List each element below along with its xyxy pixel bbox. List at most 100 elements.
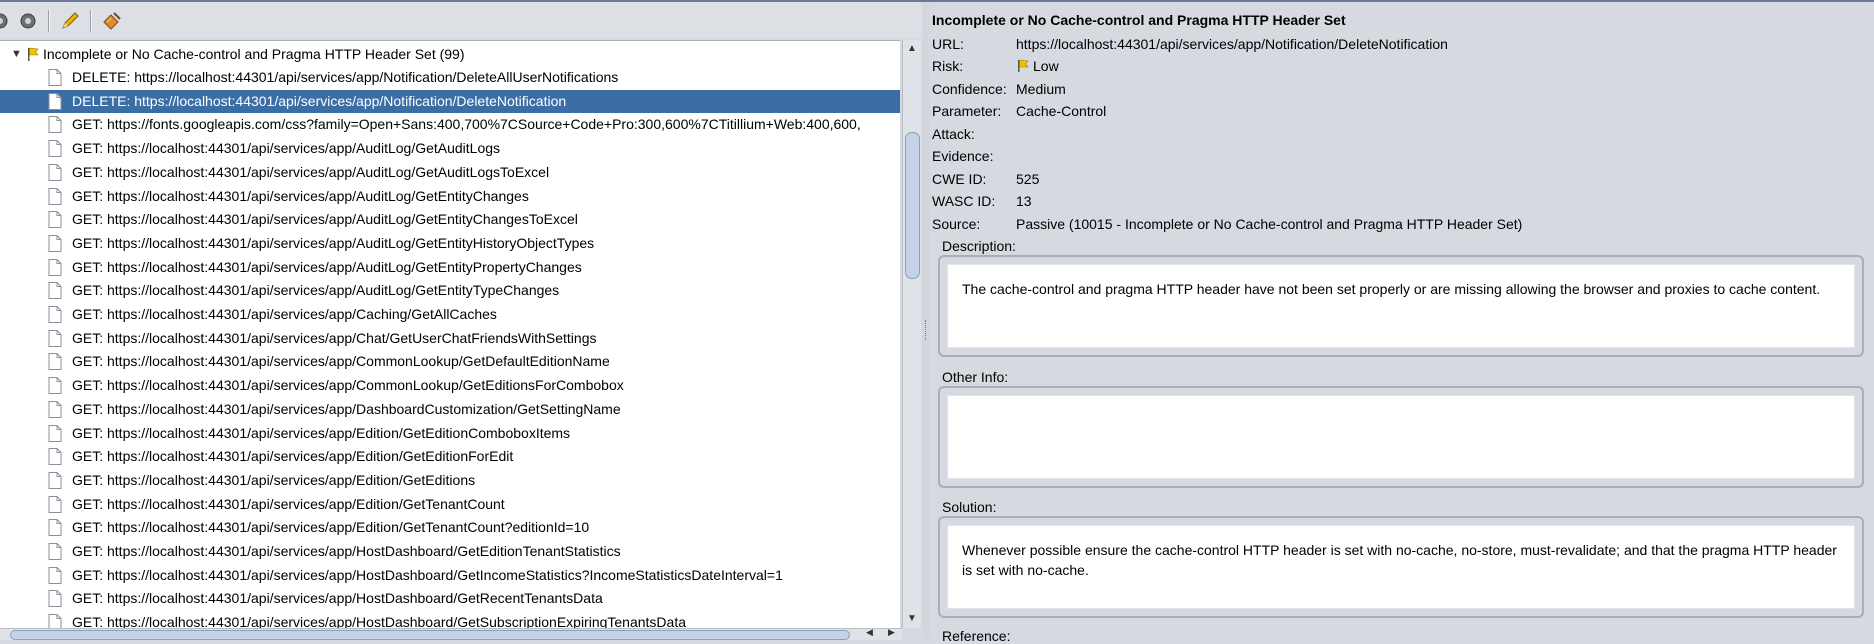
tree-item[interactable]: GET: https://localhost:44301/api/service…	[0, 256, 900, 279]
tree-item-label: GET: https://localhost:44301/api/service…	[72, 425, 571, 441]
gear-icon[interactable]	[16, 9, 40, 33]
description-text[interactable]: The cache-control and pragma HTTP header…	[947, 264, 1855, 348]
document-icon	[48, 69, 62, 86]
tree-item[interactable]: GET: https://localhost:44301/api/service…	[0, 587, 900, 610]
document-icon	[48, 614, 62, 629]
tree-item[interactable]: GET: https://localhost:44301/api/service…	[0, 469, 900, 492]
tree-item[interactable]: GET: https://localhost:44301/api/service…	[0, 161, 900, 184]
risk-value: Low	[1033, 58, 1059, 74]
gear-icon[interactable]	[0, 9, 12, 33]
pencil-icon[interactable]	[58, 9, 82, 33]
alerts-tree-panel: ▼ Incomplete or No Cache-control and Pra…	[0, 2, 922, 640]
document-icon	[48, 188, 62, 205]
tree-vertical-scrollbar[interactable]: ▲ ▼	[902, 40, 921, 628]
alerts-tree[interactable]: ▼ Incomplete or No Cache-control and Pra…	[0, 40, 900, 629]
alert-title: Incomplete or No Cache-control and Pragm…	[932, 12, 1346, 28]
splitter-grip[interactable]	[925, 320, 928, 340]
broom-icon[interactable]	[100, 9, 124, 33]
field-parameter: Parameter: Cache-Control	[932, 103, 1107, 119]
tree-item-label: GET: https://localhost:44301/api/service…	[72, 353, 610, 369]
tree-item[interactable]: GET: https://localhost:44301/api/service…	[0, 350, 900, 373]
tree-item[interactable]: DELETE: https://localhost:44301/api/serv…	[0, 90, 900, 113]
tree-item[interactable]: GET: https://fonts.googleapis.com/css?fa…	[0, 113, 900, 136]
document-icon	[48, 377, 62, 394]
tree-item-label: GET: https://localhost:44301/api/service…	[72, 211, 578, 227]
field-confidence: Confidence: Medium	[932, 81, 1066, 97]
document-icon	[48, 590, 62, 607]
tree-item-label: GET: https://localhost:44301/api/service…	[72, 282, 560, 298]
source-value: Passive (10015 - Incomplete or No Cache-…	[1016, 216, 1523, 232]
tree-item[interactable]: GET: https://localhost:44301/api/service…	[0, 445, 900, 468]
tree-item-label: GET: https://localhost:44301/api/service…	[72, 401, 621, 417]
flag-icon	[1018, 59, 1029, 72]
document-icon	[48, 472, 62, 489]
document-icon	[48, 282, 62, 299]
tree-item[interactable]: GET: https://localhost:44301/api/service…	[0, 374, 900, 397]
parameter-value: Cache-Control	[1016, 103, 1107, 119]
document-icon	[48, 543, 62, 560]
tree-item[interactable]: DELETE: https://localhost:44301/api/serv…	[0, 66, 900, 89]
url-value[interactable]: https://localhost:44301/api/services/app…	[1016, 34, 1448, 54]
tree-item-label: DELETE: https://localhost:44301/api/serv…	[72, 69, 619, 85]
document-icon	[48, 164, 62, 181]
document-icon	[48, 567, 62, 584]
tree-item[interactable]: GET: https://localhost:44301/api/service…	[0, 327, 900, 350]
document-icon	[48, 306, 62, 323]
cwe-id-value[interactable]: 525	[1016, 169, 1039, 189]
other-info-text[interactable]	[947, 395, 1855, 479]
scroll-down-arrow-icon[interactable]: ▼	[903, 610, 921, 628]
document-icon	[48, 519, 62, 536]
description-box: The cache-control and pragma HTTP header…	[938, 255, 1864, 357]
wasc-id-value[interactable]: 13	[1016, 191, 1032, 211]
tree-item[interactable]: GET: https://localhost:44301/api/service…	[0, 611, 900, 629]
reference-label: Reference:	[942, 628, 1011, 644]
tree-item[interactable]: GET: https://localhost:44301/api/service…	[0, 279, 900, 302]
field-risk: Risk: Low	[932, 58, 1059, 74]
toolbar-separator	[48, 10, 50, 32]
tree-root-alert-group[interactable]: ▼ Incomplete or No Cache-control and Pra…	[0, 43, 900, 66]
tree-item[interactable]: GET: https://localhost:44301/api/service…	[0, 516, 900, 539]
field-wasc-id: WASC ID: 13	[932, 191, 1032, 211]
document-icon	[48, 235, 62, 252]
tree-item[interactable]: GET: https://localhost:44301/api/service…	[0, 398, 900, 421]
tree-item-label: GET: https://localhost:44301/api/service…	[72, 567, 783, 583]
tree-root-label: Incomplete or No Cache-control and Pragm…	[43, 46, 465, 62]
document-icon	[48, 140, 62, 157]
tree-item-label: GET: https://localhost:44301/api/service…	[72, 472, 476, 488]
tree-item[interactable]: GET: https://localhost:44301/api/service…	[0, 540, 900, 563]
document-icon	[48, 496, 62, 513]
tree-item-label: GET: https://localhost:44301/api/service…	[72, 164, 550, 180]
field-source: Source: Passive (10015 - Incomplete or No…	[932, 216, 1523, 232]
scrollbar-thumb[interactable]	[905, 132, 920, 279]
tree-horizontal-scrollbar[interactable]: ◀ ▶	[0, 627, 902, 640]
tree-item[interactable]: GET: https://localhost:44301/api/service…	[0, 137, 900, 160]
tree-item-label: GET: https://localhost:44301/api/service…	[72, 140, 501, 156]
tree-item[interactable]: GET: https://localhost:44301/api/service…	[0, 564, 900, 587]
tree-item-label: GET: https://localhost:44301/api/service…	[72, 377, 624, 393]
scroll-right-arrow-icon[interactable]: ▶	[888, 627, 895, 638]
tree-item[interactable]: GET: https://localhost:44301/api/service…	[0, 185, 900, 208]
panel-splitter[interactable]	[922, 2, 930, 639]
tree-item[interactable]: GET: https://localhost:44301/api/service…	[0, 303, 900, 326]
tree-item-label: GET: https://localhost:44301/api/service…	[72, 496, 505, 512]
document-icon	[48, 448, 62, 465]
tree-item-label: DELETE: https://localhost:44301/api/serv…	[72, 93, 567, 109]
tree-item[interactable]: GET: https://localhost:44301/api/service…	[0, 208, 900, 231]
tree-item[interactable]: GET: https://localhost:44301/api/service…	[0, 232, 900, 255]
expand-arrow-icon[interactable]: ▼	[11, 43, 22, 66]
document-icon	[48, 93, 62, 110]
field-cwe-id: CWE ID: 525	[932, 169, 1040, 189]
tree-item[interactable]: GET: https://localhost:44301/api/service…	[0, 422, 900, 445]
flag-icon	[28, 47, 39, 61]
solution-text[interactable]: Whenever possible ensure the cache-contr…	[947, 525, 1855, 609]
field-attack: Attack:	[932, 126, 975, 142]
tree-item[interactable]: GET: https://localhost:44301/api/service…	[0, 493, 900, 516]
scroll-up-arrow-icon[interactable]: ▲	[903, 40, 921, 58]
tree-item-label: GET: https://localhost:44301/api/service…	[72, 259, 582, 275]
tree-item-label: GET: https://localhost:44301/api/service…	[72, 188, 529, 204]
solution-box: Whenever possible ensure the cache-contr…	[938, 516, 1864, 618]
solution-label: Solution:	[942, 499, 997, 515]
tree-item-label: GET: https://fonts.googleapis.com/css?fa…	[72, 116, 861, 132]
tree-item-label: GET: https://localhost:44301/api/service…	[72, 543, 621, 559]
scroll-left-arrow-icon[interactable]: ◀	[866, 627, 873, 638]
